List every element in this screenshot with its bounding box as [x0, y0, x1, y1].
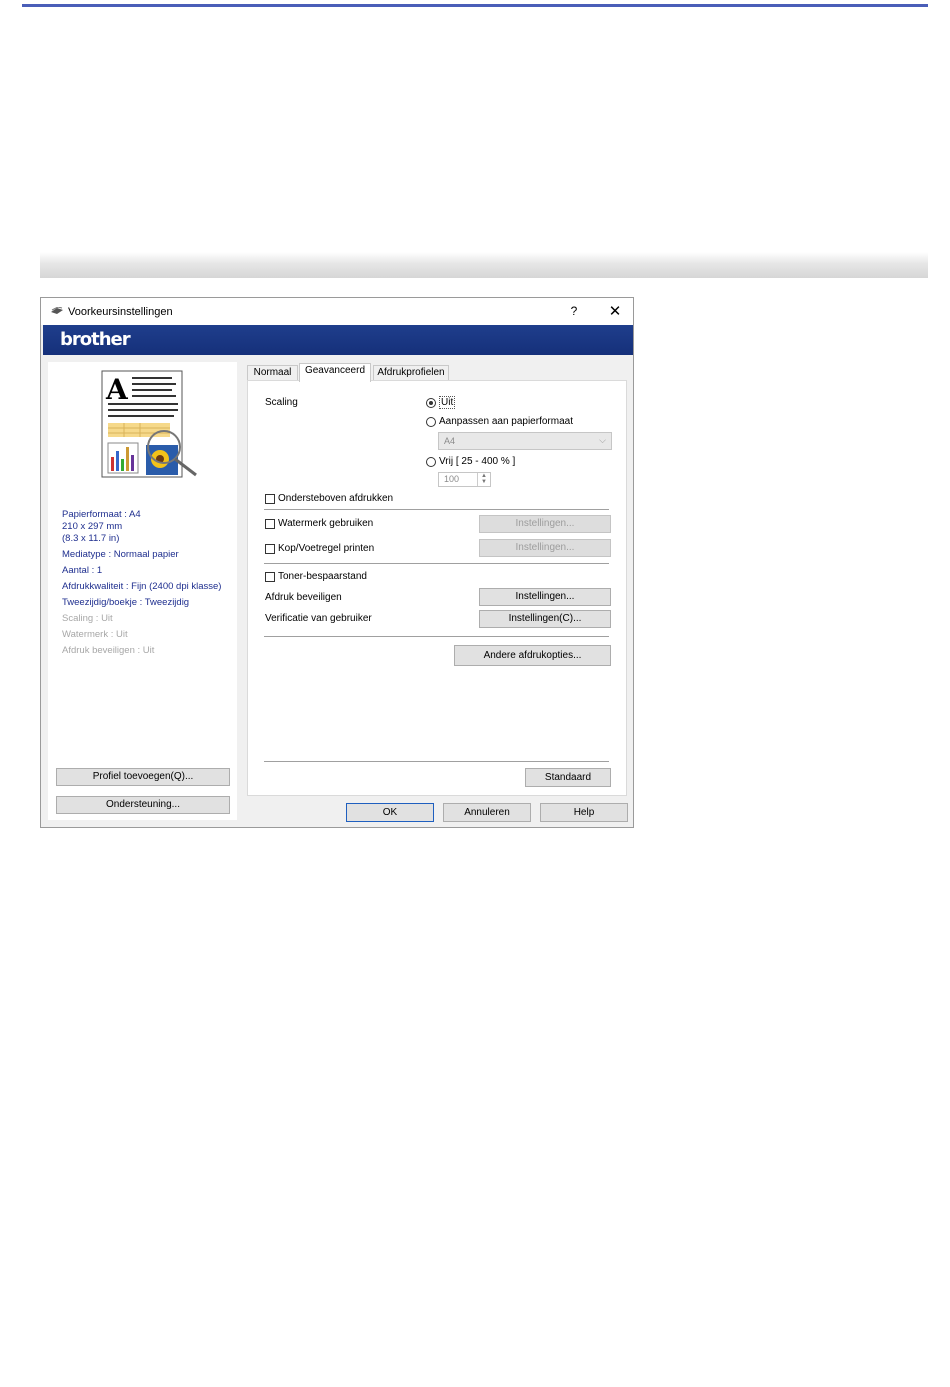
chevron-down-icon: ⌵ — [599, 435, 606, 445]
tab-advanced[interactable]: Geavanceerd — [299, 363, 371, 382]
close-icon[interactable]: ✕ — [607, 302, 623, 320]
user-auth-label: Verificatie van gebruiker — [265, 613, 372, 624]
fit-to-paper-radio[interactable] — [426, 417, 436, 427]
default-button[interactable]: Standaard — [525, 768, 611, 787]
scaling-percent-value: 100 — [444, 474, 460, 484]
summary-media-type: Mediatype : Normaal papier — [62, 549, 179, 560]
watermark-settings-button[interactable]: Instellingen... — [479, 515, 611, 533]
summary-paper-size: Papierformaat : A4 — [62, 509, 141, 520]
brand-banner: brother — [43, 325, 633, 355]
scaling-label: Scaling — [265, 397, 298, 408]
header-footer-checkbox[interactable] — [265, 544, 275, 554]
summary-copies: Aantal : 1 — [62, 565, 103, 576]
cancel-button[interactable]: Annuleren — [443, 803, 531, 822]
paper-size-value: A4 — [444, 436, 456, 446]
support-button[interactable]: Ondersteuning... — [56, 796, 230, 814]
add-profile-button[interactable]: Profiel toevoegen(Q)... — [56, 768, 230, 786]
summary-scaling: Scaling : Uit — [62, 613, 113, 624]
toner-save-checkbox[interactable] — [265, 572, 275, 582]
secure-print-label: Afdruk beveiligen — [265, 592, 342, 603]
scaling-off-label[interactable]: Uit — [439, 396, 456, 409]
summary-secure-print: Afdruk beveiligen : Uit — [62, 645, 155, 656]
toner-save-label[interactable]: Toner-bespaarstand — [278, 571, 367, 582]
svg-text:A: A — [105, 373, 129, 406]
tab-print-profiles[interactable]: Afdrukprofielen — [373, 365, 449, 380]
dialog-title: Voorkeursinstellingen — [68, 306, 173, 318]
summary-paper-in: (8.3 x 11.7 in) — [62, 533, 120, 544]
scaling-off-radio[interactable] — [426, 398, 436, 408]
print-preview-icon: A — [101, 370, 197, 478]
settings-summary: Papierformaat : A4 210 x 297 mm (8.3 x 1… — [62, 509, 236, 657]
summary-duplex: Tweezijdig/boekje : Tweezijdig — [62, 597, 190, 608]
free-scaling-radio[interactable] — [426, 457, 436, 467]
summary-quality: Afdrukkwaliteit : Fijn (2400 dpi klasse) — [62, 581, 222, 592]
fit-to-paper-label[interactable]: Aanpassen aan papierformaat — [439, 416, 573, 427]
other-options-button[interactable]: Andere afdrukopties... — [454, 645, 611, 666]
secure-print-settings-button[interactable]: Instellingen... — [479, 588, 611, 606]
summary-paper-mm: 210 x 297 mm — [62, 521, 123, 532]
scaling-percent-stepper[interactable]: 100 ▲ ▼ — [438, 472, 491, 487]
watermark-label[interactable]: Watermerk gebruiken — [278, 518, 373, 529]
paper-size-select[interactable]: A4 ⌵ — [438, 432, 612, 450]
title-bar: Voorkeursinstellingen ? ✕ — [41, 298, 633, 325]
printer-icon — [51, 307, 63, 314]
brother-logo: brother — [60, 329, 131, 350]
user-auth-settings-button[interactable]: Instellingen(C)... — [479, 610, 611, 628]
help-icon[interactable]: ? — [567, 304, 581, 318]
section-band — [40, 252, 928, 278]
preferences-dialog: Voorkeursinstellingen ? ✕ brother A Papi… — [40, 297, 634, 828]
watermark-checkbox[interactable] — [265, 519, 275, 529]
separator-3 — [264, 636, 609, 637]
separator-1 — [264, 509, 609, 510]
summary-panel: A Papierformaat : A4 210 x 297 mm (8.3 x… — [48, 362, 237, 820]
ok-button[interactable]: OK — [346, 803, 434, 822]
summary-watermark: Watermerk : Uit — [62, 629, 128, 640]
tab-normal[interactable]: Normaal — [247, 365, 298, 380]
upside-down-checkbox[interactable] — [265, 494, 275, 504]
help-button[interactable]: Help — [540, 803, 628, 822]
upside-down-label[interactable]: Ondersteboven afdrukken — [278, 493, 393, 504]
free-scaling-label[interactable]: Vrij [ 25 - 400 % ] — [439, 456, 515, 467]
stepper-arrows-icon[interactable]: ▲ ▼ — [477, 473, 490, 486]
advanced-panel: Scaling Uit Aanpassen aan papierformaat … — [247, 380, 627, 796]
header-footer-settings-button[interactable]: Instellingen... — [479, 539, 611, 557]
top-rule — [22, 4, 928, 7]
header-footer-label[interactable]: Kop/Voetregel printen — [278, 543, 374, 554]
separator-2 — [264, 563, 609, 564]
separator-4 — [264, 761, 609, 762]
